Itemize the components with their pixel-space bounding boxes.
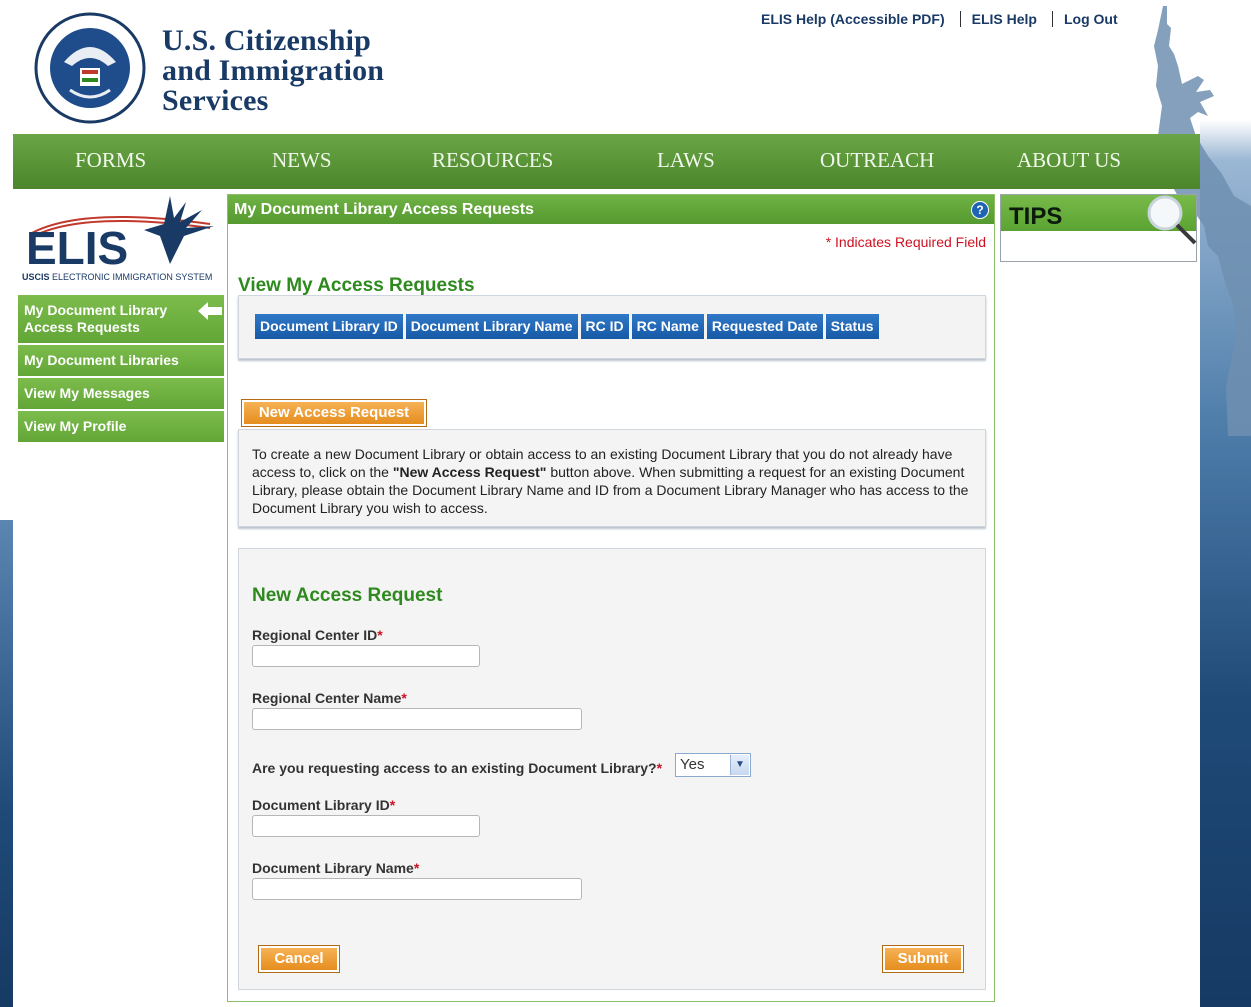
magnifier-icon (1147, 195, 1197, 245)
dl-id-input[interactable] (252, 815, 480, 837)
rc-name-input[interactable] (252, 708, 582, 730)
agency-name-line-2: and Immigration (162, 54, 385, 87)
cancel-button[interactable]: Cancel (258, 945, 340, 973)
sidebar-item-messages[interactable]: View My Messages (18, 378, 224, 409)
nav-outreach[interactable]: OUTREACH (820, 148, 934, 173)
column-header[interactable]: Requested Date (706, 314, 823, 339)
required-field-note: * Indicates Required Field (825, 234, 986, 250)
agency-name-line-3: Services (162, 84, 269, 117)
sidebar-item-label: My Document Library Access Requests (24, 302, 168, 335)
dl-id-label: Document Library ID* (252, 797, 396, 813)
panel-header: My Document Library Access Requests ? (228, 195, 994, 224)
sidebar-item-profile[interactable]: View My Profile (18, 411, 224, 442)
instructions-text: To create a new Document Library or obta… (252, 446, 969, 516)
main-nav: FORMS NEWS RESOURCES LAWS OUTREACH ABOUT… (13, 134, 1200, 189)
utility-links: ELIS Help (Accessible PDF) ELIS Help Log… (761, 10, 1118, 28)
dl-name-label: Document Library Name* (252, 860, 420, 876)
chevron-down-icon[interactable]: ▼ (730, 755, 749, 775)
help-icon[interactable]: ? (971, 201, 989, 219)
table-header-row: Document Library ID Document Library Nam… (255, 314, 882, 339)
agency-name: U.S. Citizenship and Immigration Service… (162, 26, 384, 116)
help-pdf-link[interactable]: ELIS Help (Accessible PDF) (761, 11, 945, 27)
column-header[interactable]: RC ID (580, 314, 629, 339)
sidebar-item-access-requests[interactable]: My Document Library Access Requests (18, 295, 224, 343)
rc-id-label: Regional Center ID* (252, 627, 383, 643)
nav-forms[interactable]: FORMS (75, 148, 146, 173)
sidebar-item-document-libraries[interactable]: My Document Libraries (18, 345, 224, 376)
panel-title: My Document Library Access Requests (234, 201, 534, 218)
column-header[interactable]: RC Name (631, 314, 704, 339)
elis-logo: ELIS USCIS ELECTRONIC IMMIGRATION SYSTEM (22, 196, 214, 282)
nav-resources[interactable]: RESOURCES (432, 148, 553, 173)
rc-id-input[interactable] (252, 645, 480, 667)
select-value: Yes (680, 756, 705, 773)
column-header[interactable]: Document Library ID (255, 314, 403, 339)
link-divider (959, 11, 961, 27)
main-panel: My Document Library Access Requests ? * … (227, 194, 995, 1002)
nav-laws[interactable]: LAWS (657, 148, 715, 173)
rc-name-label: Regional Center Name* (252, 690, 407, 706)
instructions-box: To create a new Document Library or obta… (238, 429, 986, 527)
existing-library-select[interactable]: Yes ▼ (675, 753, 751, 777)
submit-button[interactable]: Submit (882, 945, 964, 973)
nav-about-us[interactable]: ABOUT US (1017, 148, 1121, 173)
dhs-seal-logo (34, 12, 146, 124)
svg-text:USCIS ELECTRONIC IMMIGRATION S: USCIS ELECTRONIC IMMIGRATION SYSTEM (22, 272, 212, 282)
tips-box: TIPS (1000, 194, 1197, 262)
new-access-request-form: New Access Request Regional Center ID* R… (238, 548, 986, 990)
view-requests-title: View My Access Requests (238, 275, 475, 296)
existing-library-label: Are you requesting access to an existing… (252, 760, 663, 776)
dl-name-input[interactable] (252, 878, 582, 900)
left-backdrop (0, 520, 13, 1007)
help-link[interactable]: ELIS Help (972, 11, 1037, 27)
sidebar-item-label: My Document Libraries (24, 352, 179, 368)
logout-link[interactable]: Log Out (1064, 11, 1118, 27)
column-header[interactable]: Document Library Name (405, 314, 578, 339)
sidebar-item-label: View My Profile (24, 418, 127, 434)
access-requests-table: Document Library ID Document Library Nam… (238, 295, 986, 359)
link-divider (1051, 11, 1053, 27)
sidebar-menu: My Document Library Access Requests My D… (18, 295, 224, 444)
nav-news[interactable]: NEWS (272, 148, 332, 173)
column-header[interactable]: Status (825, 314, 879, 339)
svg-text:ELIS: ELIS (26, 222, 128, 274)
form-title: New Access Request (252, 585, 443, 606)
sidebar-item-label: View My Messages (24, 385, 150, 401)
agency-name-line-1: U.S. Citizenship (162, 24, 372, 57)
arrow-left-icon (198, 302, 222, 320)
new-access-request-button[interactable]: New Access Request (241, 399, 427, 427)
